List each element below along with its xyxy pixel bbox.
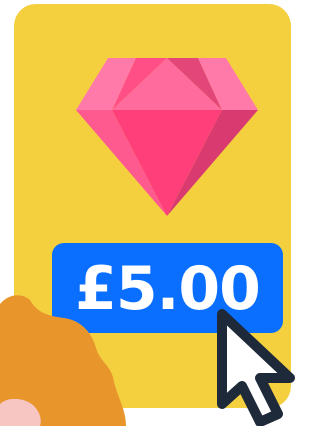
cursor-outline	[217, 309, 295, 426]
diamond-icon	[76, 58, 258, 216]
mouse-pointer-icon	[217, 309, 295, 426]
character-illustration	[0, 295, 126, 426]
